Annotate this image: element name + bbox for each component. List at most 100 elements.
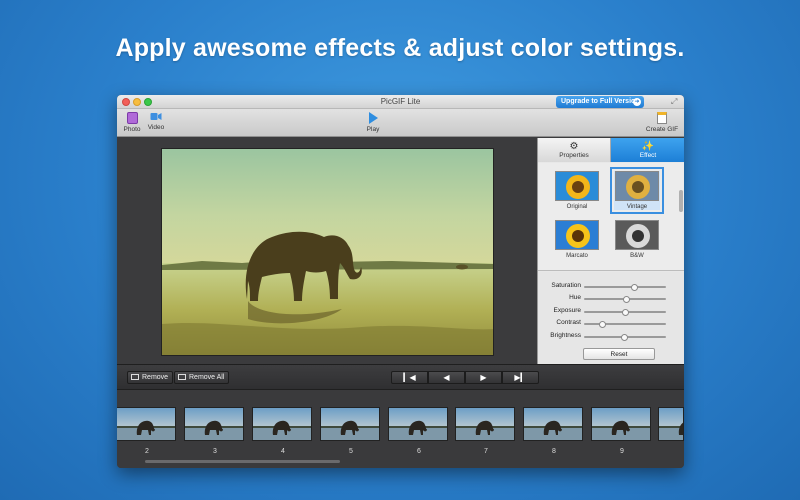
upgrade-button[interactable]: Upgrade to Full Version ➜: [556, 96, 644, 108]
contrast-slider[interactable]: [584, 320, 666, 328]
hue-label: Hue: [569, 294, 581, 301]
brightness-slider[interactable]: [584, 333, 666, 341]
remove-all-icon: [178, 374, 186, 380]
filmstrip-frame[interactable]: [252, 407, 312, 441]
control-bar: Remove Remove All ▎◀ ◀ ▶ ▶▎: [117, 364, 684, 390]
previous-icon: ◀: [443, 373, 450, 382]
effect-vintage-label: Vintage: [626, 204, 648, 210]
exposure-knob[interactable]: [621, 308, 629, 316]
filmstrip-frame[interactable]: [591, 407, 651, 441]
remove-icon: [131, 374, 139, 380]
filmstrip-frame[interactable]: [117, 407, 176, 441]
effect-bw-thumbnail: [615, 220, 659, 250]
remove-all-label: Remove All: [189, 374, 225, 381]
play-label: Play: [366, 126, 380, 133]
effect-original-thumbnail: [555, 171, 599, 201]
video-button[interactable]: Video: [145, 112, 167, 131]
brightness-row: Brightness: [538, 332, 684, 342]
side-tabs: ⚙ Properties ✨ Effect: [538, 138, 684, 162]
photo-label: Photo: [123, 126, 141, 133]
hue-row: Hue: [538, 294, 684, 304]
contrast-label: Contrast: [556, 319, 581, 326]
frame-number: 2: [145, 448, 149, 455]
frame-number: 5: [349, 448, 353, 455]
frame-number: 4: [281, 448, 285, 455]
remove-all-button[interactable]: Remove All: [174, 371, 230, 384]
tab-properties[interactable]: ⚙ Properties: [538, 138, 611, 162]
tab-properties-label: Properties: [559, 152, 589, 159]
photo-icon: [126, 112, 138, 124]
photo-button[interactable]: Photo: [121, 112, 143, 133]
filmstrip-frame[interactable]: [658, 407, 684, 441]
brightness-knob[interactable]: [620, 333, 628, 341]
upgrade-label: Upgrade to Full Version: [561, 98, 640, 105]
skip-last-icon: ▶▎: [514, 373, 527, 382]
frame-number: 3: [213, 448, 217, 455]
play-button[interactable]: Play: [363, 112, 383, 133]
preview-area: [117, 138, 537, 364]
gear-icon: ⚙: [569, 141, 579, 152]
contrast-knob[interactable]: [598, 320, 606, 328]
create-gif-button[interactable]: Create GIF: [645, 112, 679, 133]
saturation-row: Saturation: [538, 282, 684, 292]
hue-slider[interactable]: [584, 295, 666, 303]
video-label: Video: [147, 124, 165, 131]
filmstrip-frame[interactable]: [455, 407, 515, 441]
app-window: PicGIF Lite Upgrade to Full Version ➜ ⤢ …: [117, 95, 684, 468]
create-gif-icon: [657, 112, 667, 124]
next-frame-button[interactable]: ▶: [465, 371, 502, 384]
saturation-knob[interactable]: [631, 283, 639, 291]
effect-vintage-thumbnail: [615, 171, 659, 201]
filmstrip-frame[interactable]: [523, 407, 583, 441]
remove-button[interactable]: Remove: [127, 371, 174, 384]
preview-image: [161, 148, 494, 356]
filmstrip-frame[interactable]: [184, 407, 244, 441]
filmstrip-frame[interactable]: [320, 407, 380, 441]
frame-number: 6: [417, 448, 421, 455]
create-gif-label: Create GIF: [645, 126, 679, 133]
color-adjustments: Saturation Hue Exposure Contrast Brightn…: [538, 272, 684, 364]
hue-knob[interactable]: [623, 295, 631, 303]
tab-effect-label: Effect: [639, 152, 657, 159]
previous-frame-button[interactable]: ◀: [428, 371, 465, 384]
remove-label: Remove: [142, 374, 169, 381]
effect-bw[interactable]: B&W: [614, 220, 660, 259]
contrast-row: Contrast: [538, 319, 684, 329]
title-bar: PicGIF Lite Upgrade to Full Version ➜ ⤢: [117, 95, 684, 109]
first-frame-button[interactable]: ▎◀: [391, 371, 428, 384]
exposure-slider[interactable]: [584, 308, 666, 316]
headline: Apply awesome effects & adjust color set…: [115, 34, 685, 62]
saturation-label: Saturation: [551, 282, 581, 289]
fullscreen-icon[interactable]: ⤢: [671, 97, 680, 106]
effect-vintage[interactable]: Vintage: [610, 167, 664, 214]
frame-number: 7: [484, 448, 488, 455]
frame-number: 9: [620, 448, 624, 455]
effects-list: Original Vintage Marcato B&W: [538, 163, 684, 271]
filmstrip-frame[interactable]: [388, 407, 448, 441]
effect-original[interactable]: Original: [554, 171, 600, 210]
toolbar: Photo Video Play Create GIF: [117, 109, 684, 137]
next-icon: ▶: [480, 373, 487, 382]
exposure-row: Exposure: [538, 307, 684, 317]
filmstrip: 2 3 4 5 6 7 8 9: [117, 390, 684, 468]
frame-number: 8: [552, 448, 556, 455]
arrow-right-icon: ➜: [633, 98, 641, 106]
magic-wand-icon: ✨: [641, 141, 655, 152]
video-camera-icon: [150, 113, 162, 120]
effect-marcato[interactable]: Marcato: [554, 220, 600, 259]
last-frame-button[interactable]: ▶▎: [502, 371, 539, 384]
filmstrip-scrollbar[interactable]: [145, 460, 340, 463]
saturation-slider[interactable]: [584, 283, 666, 291]
exposure-label: Exposure: [553, 307, 581, 314]
effects-scrollbar[interactable]: [679, 190, 683, 212]
effect-marcato-thumbnail: [555, 220, 599, 250]
brightness-label: Brightness: [550, 332, 581, 339]
play-icon: [369, 112, 378, 124]
skip-first-icon: ▎◀: [403, 373, 416, 382]
reset-button[interactable]: Reset: [583, 348, 655, 360]
side-panel: ⚙ Properties ✨ Effect Original Vintage M…: [537, 138, 684, 364]
effect-original-label: Original: [566, 204, 588, 210]
effect-marcato-label: Marcato: [566, 253, 588, 259]
tab-effect[interactable]: ✨ Effect: [611, 138, 684, 162]
effect-bw-label: B&W: [630, 253, 644, 259]
